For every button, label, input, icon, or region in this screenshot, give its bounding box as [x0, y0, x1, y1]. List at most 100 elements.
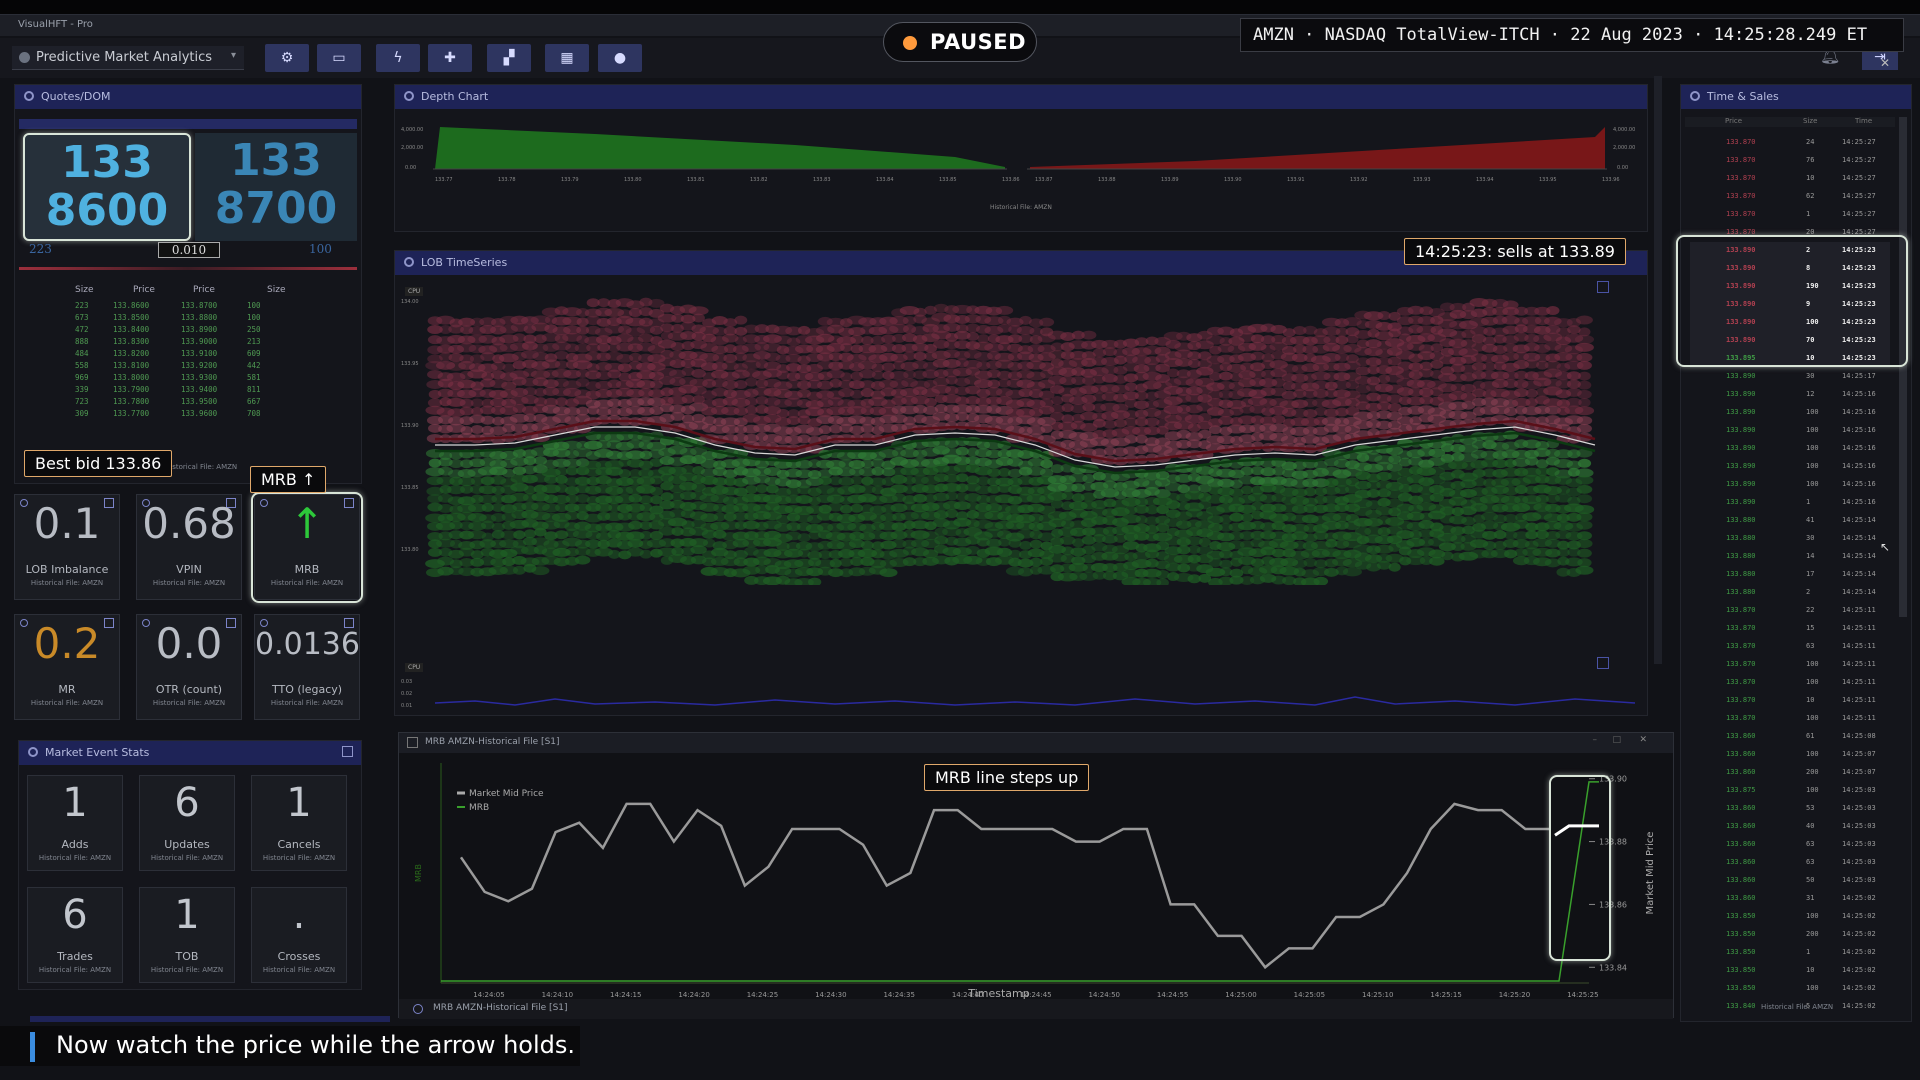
- tto-tile[interactable]: 0.0136 TTO (legacy) Historical File: AMZN: [254, 614, 360, 720]
- trade-cell: 133.870: [1726, 678, 1756, 686]
- stat-value: 1: [174, 892, 200, 938]
- ask-price-big: 133: [230, 135, 322, 186]
- gear-icon[interactable]: [404, 257, 414, 267]
- trade-row: 133.850 200 14:25:02: [1690, 926, 1890, 944]
- workspace-dropdown[interactable]: Predictive Market Analytics ▾: [12, 46, 244, 70]
- trade-cell: 133.870: [1726, 660, 1756, 668]
- ask-liquidity-dot: [1124, 382, 1138, 392]
- bid-liquidity-dot: [1502, 430, 1519, 440]
- trade-cell: 14:25:16: [1842, 480, 1876, 488]
- gear-icon[interactable]: [404, 91, 414, 101]
- trade-cell: 100: [1806, 408, 1819, 416]
- trade-cell: 14:25:17: [1842, 372, 1876, 380]
- trade-row: 133.850 100 14:25:02: [1690, 980, 1890, 998]
- stat-tile-cancels[interactable]: 1 Cancels Historical File: AMZN: [251, 775, 347, 871]
- close-icon[interactable]: ✕: [1639, 735, 1647, 745]
- gear-icon[interactable]: [24, 91, 34, 101]
- settings-button[interactable]: ⚙: [265, 44, 309, 72]
- time-sales-scrollbar[interactable]: [1899, 117, 1907, 617]
- dom-cell: 667: [247, 397, 261, 406]
- trade-cell: 100: [1806, 750, 1819, 758]
- stat-tile-adds[interactable]: 1 Adds Historical File: AMZN: [27, 775, 123, 871]
- maximize-icon[interactable]: [342, 746, 353, 757]
- trade-cell: 17: [1806, 570, 1815, 578]
- depth-chart-panel: Depth Chart 133.77 133.78 133.79 133.80 133.…: [394, 84, 1648, 232]
- bid-liquidity-dot: [1575, 475, 1594, 485]
- trade-cell: 100: [1806, 462, 1819, 470]
- lob-imbalance-tile[interactable]: 0.1 LOB Imbalance Historical File: AMZN: [14, 494, 120, 600]
- sells-highlight: [1676, 235, 1908, 367]
- mr-tile[interactable]: 0.2 MR Historical File: AMZN: [14, 614, 120, 720]
- ask-liquidity-dot: [1502, 300, 1519, 310]
- maximize-icon[interactable]: □: [1612, 735, 1621, 745]
- quotes-dom-panel: Quotes/DOM 133 8600 133 8700 223 100 0.0…: [14, 84, 362, 484]
- paused-indicator: PAUSED: [883, 22, 1037, 62]
- vpin-tile[interactable]: 0.68 VPIN Historical File: AMZN: [136, 494, 242, 600]
- stat-tile-trades[interactable]: 6 Trades Historical File: AMZN: [27, 887, 123, 983]
- dom-cell: 133.8400: [113, 325, 150, 334]
- trade-cell: 14:25:27: [1842, 192, 1876, 200]
- trade-cell: 14:25:11: [1842, 606, 1876, 614]
- window-icon: [407, 737, 418, 748]
- trade-cell: 100: [1806, 678, 1819, 686]
- trade-cell: 133.870: [1726, 606, 1756, 614]
- bid-liquidity-dot: [1576, 494, 1593, 504]
- trade-cell: 31: [1806, 894, 1815, 902]
- trade-cell: 14:25:02: [1842, 912, 1876, 920]
- trade-cell: 133.870: [1726, 642, 1756, 650]
- depth-x-tick: 133.77: [435, 177, 453, 183]
- workspace-label: Predictive Market Analytics: [36, 50, 213, 65]
- ask-liquidity-dot: [1525, 388, 1538, 398]
- dom-cell: 484: [75, 349, 89, 358]
- window-title: VisualHFT - Pro: [18, 19, 93, 30]
- studies-button[interactable]: ▞: [487, 44, 531, 72]
- depth-x-tick: 133.93: [1413, 177, 1431, 183]
- trade-cell: 133.870: [1726, 192, 1756, 200]
- lower-maximize-icon[interactable]: [1597, 657, 1609, 669]
- trade-cell: 63: [1806, 642, 1815, 650]
- stat-tile-crosses[interactable]: . Crosses Historical File: AMZN: [251, 887, 347, 983]
- trade-cell: 133.860: [1726, 804, 1756, 812]
- plugins-button[interactable]: ✚: [428, 44, 472, 72]
- stat-tile-updates[interactable]: 6 Updates Historical File: AMZN: [139, 775, 235, 871]
- dom-cell: 223: [75, 301, 89, 310]
- user-icon: ●: [613, 50, 627, 66]
- close-icon[interactable]: ✕: [1880, 56, 1890, 70]
- lob-maximize-icon[interactable]: [1597, 281, 1609, 293]
- dom-cell: 558: [75, 361, 89, 370]
- depth-x-tick: 133.96: [1602, 177, 1620, 183]
- trade-cell: 14:25:14: [1842, 516, 1876, 524]
- gear-icon[interactable]: [28, 747, 38, 757]
- dom-cell: 888: [75, 337, 89, 346]
- minimize-icon[interactable]: –: [1593, 735, 1598, 745]
- metric-source: Historical File: AMZN: [270, 699, 344, 707]
- stat-label: Trades: [57, 950, 93, 963]
- stat-tile-tob[interactable]: 1 TOB Historical File: AMZN: [139, 887, 235, 983]
- trade-cell: 133.890: [1726, 480, 1756, 488]
- gear-icon[interactable]: [413, 1004, 423, 1014]
- trade-cell: 133.890: [1726, 408, 1756, 416]
- ask-liquidity-dot: [734, 315, 748, 325]
- user-button[interactable]: ●: [598, 44, 642, 72]
- trade-cell: 1: [1806, 498, 1811, 506]
- mrb-x-tick: 14:24:55: [1157, 991, 1188, 999]
- otr-tile[interactable]: 0.0 OTR (count) Historical File: AMZN: [136, 614, 242, 720]
- lower-y-tick: 0.01: [401, 703, 412, 709]
- monitor-button[interactable]: ▭: [317, 44, 361, 72]
- trade-cell: 133.880: [1726, 552, 1756, 560]
- trade-cell: 14:25:16: [1842, 390, 1876, 398]
- grid-button[interactable]: ▦: [545, 44, 589, 72]
- mouse-cursor-icon: ↖: [1880, 540, 1891, 554]
- trade-cell: 15: [1806, 624, 1815, 632]
- gear-icon[interactable]: [260, 619, 268, 627]
- vertical-scrollbar[interactable]: [1654, 76, 1662, 664]
- monitor-icon: ▭: [332, 50, 346, 66]
- depth-y-tick-right: 0.00: [1617, 165, 1628, 171]
- trade-cell: 14:25:27: [1842, 156, 1876, 164]
- lob-y-tick: 133.80: [401, 547, 419, 553]
- bid-price-small: 8600: [45, 185, 169, 236]
- depth-chart-title: Depth Chart: [421, 90, 489, 103]
- mrb-y-label: Market Mid Price: [1645, 832, 1656, 915]
- gear-icon[interactable]: [1690, 91, 1700, 101]
- bolt-button[interactable]: ϟ: [376, 44, 420, 72]
